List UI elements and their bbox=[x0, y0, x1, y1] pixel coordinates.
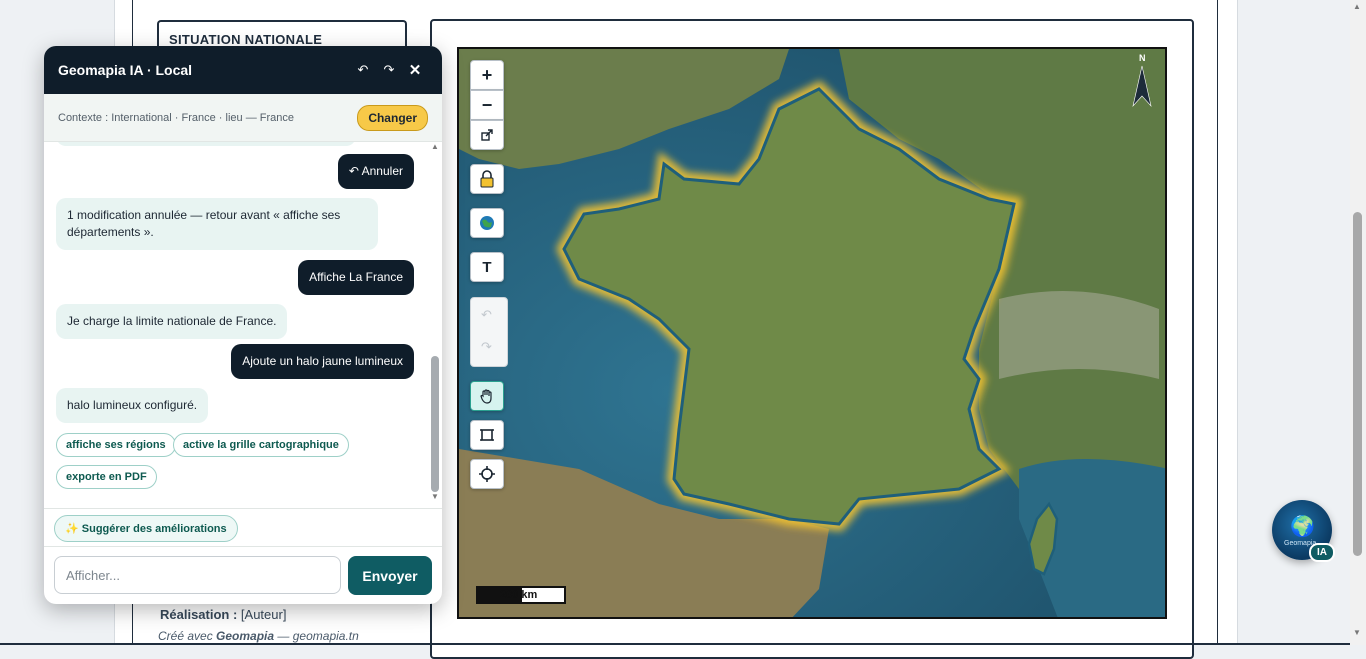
alps bbox=[999, 291, 1159, 379]
message-scrollbar[interactable]: ▲ ▼ bbox=[430, 142, 440, 504]
scale-bar-label: 200 km bbox=[500, 589, 538, 601]
lock-icon bbox=[480, 170, 494, 188]
change-context-button[interactable]: Changer bbox=[357, 104, 428, 131]
sparkle-icon: ✨ bbox=[65, 523, 79, 535]
undo-icon[interactable]: ↶ bbox=[350, 62, 376, 78]
zoom-in-button[interactable]: + bbox=[470, 60, 504, 90]
map-undo-icon[interactable]: ↶ bbox=[481, 307, 492, 323]
user-message: ↶ Annuler bbox=[337, 154, 414, 189]
suggest-improvements-button[interactable]: ✨ Suggérer des améliorations bbox=[54, 515, 238, 542]
text-tool-label: T bbox=[482, 258, 492, 276]
chat-input[interactable] bbox=[54, 556, 341, 594]
suggestion-chip[interactable]: active la grille cartographique bbox=[173, 433, 349, 457]
scrollbar-thumb[interactable] bbox=[1353, 212, 1362, 556]
scroll-up-icon[interactable]: ▲ bbox=[1353, 2, 1361, 11]
scale-bar: 200 km bbox=[476, 586, 566, 604]
assistant-message: Je charge la limite nationale de France. bbox=[56, 304, 288, 339]
suggestion-chip[interactable]: exporte en PDF bbox=[56, 465, 157, 489]
credit-label: Réalisation : bbox=[160, 607, 238, 622]
open-external-icon bbox=[481, 129, 493, 141]
credit-line: Réalisation : [Auteur] bbox=[160, 607, 286, 622]
locate-button[interactable] bbox=[470, 459, 504, 489]
scroll-down-icon[interactable]: ▼ bbox=[1353, 628, 1361, 637]
credit-value: [Auteur] bbox=[240, 607, 287, 622]
situation-title: SITUATION NATIONALE bbox=[169, 32, 323, 47]
close-icon[interactable]: ✕ bbox=[402, 61, 428, 79]
divider bbox=[430, 600, 432, 645]
hand-icon bbox=[480, 389, 492, 404]
zoom-out-label: − bbox=[481, 94, 493, 115]
scroll-down-icon[interactable]: ▼ bbox=[431, 492, 439, 501]
user-message: Ajoute un halo jaune lumineux bbox=[231, 344, 414, 379]
basemap-button[interactable] bbox=[470, 208, 504, 238]
text-tool-button[interactable]: T bbox=[470, 252, 504, 282]
map-redo-icon[interactable]: ↷ bbox=[481, 339, 492, 355]
made-with-prefix: Créé avec bbox=[158, 629, 213, 643]
suggest-label: Suggérer des améliorations bbox=[81, 523, 227, 535]
undo-redo-group: ↶ ↷ bbox=[470, 297, 508, 367]
satellite-map bbox=[459, 49, 1165, 617]
lock-button[interactable] bbox=[470, 164, 504, 194]
pan-button[interactable] bbox=[470, 381, 504, 411]
message-scrollbar-thumb[interactable] bbox=[431, 356, 439, 492]
globe-icon: 🌍 bbox=[1290, 516, 1315, 538]
svg-text:N: N bbox=[1139, 53, 1146, 63]
frame-button[interactable] bbox=[470, 420, 504, 450]
send-button[interactable]: Envoyer bbox=[348, 556, 432, 595]
made-with-brand: Geomapia bbox=[216, 629, 275, 643]
made-with-line: Créé avec Geomapia — geomapia.tn bbox=[158, 629, 359, 643]
redo-icon[interactable]: ↷ bbox=[376, 62, 402, 78]
suggestion-chip[interactable]: affiche ses régions bbox=[56, 433, 176, 457]
map-canvas[interactable] bbox=[457, 47, 1167, 619]
chat-title: Geomapia IA · Local bbox=[58, 62, 193, 78]
chat-header: Geomapia IA · Local ↶ ↷ ✕ bbox=[44, 46, 442, 94]
frame-icon bbox=[480, 429, 494, 441]
message-list[interactable]: ↶ Annuler 1 modification annulée — retou… bbox=[44, 142, 442, 508]
globe-icon bbox=[480, 216, 494, 230]
suggest-row: ✨ Suggérer des améliorations bbox=[44, 508, 442, 546]
chat-panel: Geomapia IA · Local ↶ ↷ ✕ Contexte : Int… bbox=[44, 46, 442, 604]
assistant-message: halo lumineux configuré. bbox=[56, 388, 209, 423]
open-external-button[interactable] bbox=[470, 120, 504, 150]
context-text: Contexte : International · France · lieu… bbox=[58, 111, 294, 124]
ia-badge: IA bbox=[1309, 543, 1335, 562]
north-arrow-icon: N bbox=[1132, 53, 1152, 108]
zoom-in-label: + bbox=[481, 64, 493, 85]
input-row: Envoyer bbox=[44, 546, 442, 604]
made-with-suffix: — geomapia.tn bbox=[277, 629, 359, 643]
context-bar: Contexte : International · France · lieu… bbox=[44, 94, 442, 142]
assistant-message: 1 modification annulée — retour avant « … bbox=[56, 198, 378, 250]
previous-message-edge bbox=[56, 142, 356, 146]
scroll-up-icon[interactable]: ▲ bbox=[431, 142, 439, 151]
user-message: Affiche La France bbox=[298, 260, 414, 295]
page-scrollbar[interactable]: ▲ ▼ bbox=[1350, 0, 1366, 645]
zoom-out-button[interactable]: − bbox=[470, 90, 504, 120]
crosshair-icon bbox=[479, 466, 495, 482]
